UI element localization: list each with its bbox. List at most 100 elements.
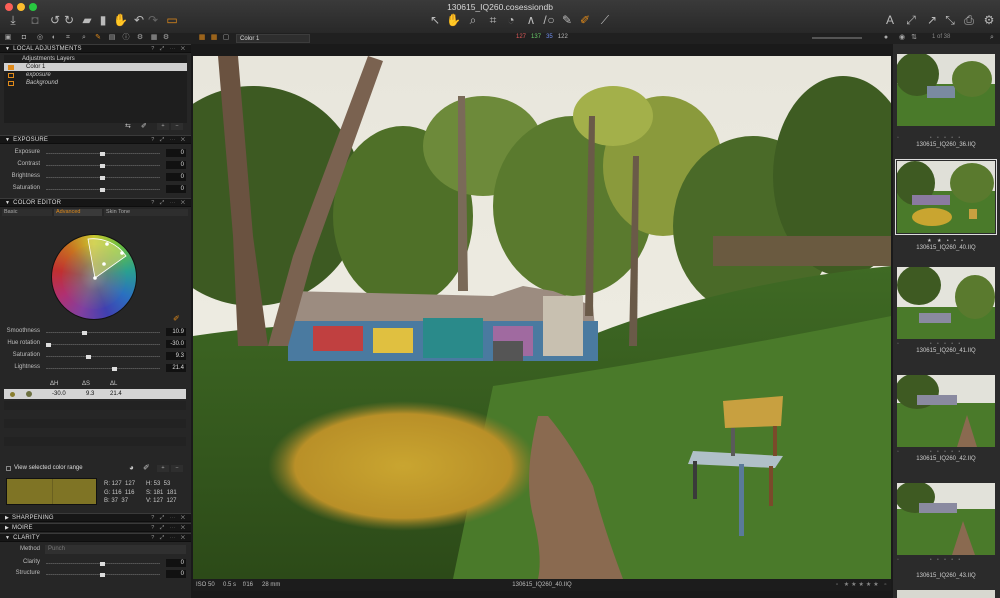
tool-controls-icon[interactable]: ? ⤢ ⋯ ✕ [151,514,187,522]
text-icon[interactable]: A [883,13,897,27]
layer-checkbox[interactable] [8,73,14,78]
trash-icon[interactable]: ▮ [96,13,110,27]
layer-checkbox[interactable] [8,65,14,70]
batch-tab-icon[interactable]: ▦ [150,34,158,42]
tool-controls-icon[interactable]: ? ⤢ ⋯ ✕ [151,534,187,542]
thumbnail-41[interactable] [897,267,995,339]
brightness-value[interactable]: 0 [166,173,186,181]
tool-controls-icon[interactable]: ? ⤢ ⋯ ✕ [151,136,187,144]
structure-slider[interactable] [46,573,160,577]
saturation-slider[interactable] [46,188,160,192]
thumb-rating[interactable]: ★ ★ • • • [897,238,995,244]
layer-item-background[interactable]: Background [4,79,187,87]
color-range-selector[interactable] [52,235,138,321]
lightness-value[interactable]: 21.4 [166,364,186,372]
image-viewer[interactable] [193,56,891,579]
clarity-slider[interactable] [46,562,160,566]
select-icon[interactable]: ↖ [428,13,442,27]
add-layer-button[interactable]: + [157,123,169,130]
color-layer-select[interactable]: Color 1 [236,34,310,43]
eyedropper-icon[interactable]: ✐ [141,122,147,130]
eyedropper-icon[interactable]: ⟋ [598,13,612,27]
camera-icon[interactable]: ◘ [28,13,42,27]
layer-checkbox[interactable] [8,81,14,86]
contrast-slider[interactable] [46,164,160,168]
moire-header[interactable]: ▶ MOIRE ? ⤢ ⋯ ✕ [0,523,191,532]
print-icon[interactable]: ⎙ [962,13,976,27]
color-editor-header[interactable]: ▼ COLOR EDITOR ? ⤢ ⋯ ✕ [0,198,191,207]
redo-icon[interactable]: ↷ [146,13,160,27]
thumb-rating[interactable]: • • • • • [897,341,995,347]
view-range-checkbox[interactable] [6,466,11,471]
thumbnail-43[interactable] [897,483,995,555]
thumb-rating[interactable]: • • • • • [897,449,995,455]
circle-icon[interactable]: ○ [544,13,558,27]
tab-advanced[interactable]: Advanced [54,209,102,216]
import-icon[interactable]: ⤓ [6,13,20,27]
grid-view-icon[interactable]: ▦ [198,34,206,42]
sort-icon[interactable]: ⇅ [910,34,918,42]
hue-rotation-value[interactable]: -30.0 [166,340,186,348]
output-tab-icon[interactable]: ⚙ [136,34,144,42]
structure-value[interactable]: 0 [166,570,186,578]
tool-controls-icon[interactable]: ? ⤢ ⋯ ✕ [151,45,187,53]
exposure-slider[interactable] [46,152,160,156]
layer-item-color-1[interactable]: Color 1 [4,63,187,71]
compare-icon[interactable]: ⤡ [943,13,957,27]
layer-item-exposure[interactable]: exposure [4,71,187,79]
exposure-header[interactable]: ▼ EXPOSURE ? ⤢ ⋯ ✕ [0,135,191,144]
tool-controls-icon[interactable]: ? ⤢ ⋯ ✕ [151,524,187,532]
draw-mask-icon[interactable]: ✎ [560,13,574,27]
saturation-value[interactable]: 0 [166,185,186,193]
clarity-value[interactable]: 0 [166,559,186,567]
local-adjustments-tab-icon[interactable]: ✎ [94,34,102,42]
thumbnail-42[interactable] [897,375,995,447]
details-tab-icon[interactable]: ▤ [108,34,116,42]
library-tab-icon[interactable]: ▣ [4,34,12,42]
brush-icon[interactable]: ✐ [578,13,592,27]
thumbnail-partial[interactable] [897,590,995,598]
settings-icon[interactable]: ⚙ [982,13,996,27]
arrow-icon[interactable]: ↗ [925,13,939,27]
keystone-icon[interactable]: ∧ [524,13,538,27]
hue-rotation-slider[interactable] [46,343,160,347]
contrast-value[interactable]: 0 [166,161,186,169]
smoothness-value[interactable]: 10.9 [166,328,186,336]
rotate-right-icon[interactable]: ↻ [62,13,76,27]
lens-tab-icon[interactable]: ◎ [36,34,44,42]
clarity-header[interactable]: ▼ CLARITY ? ⤢ ⋯ ✕ [0,533,191,542]
search-icon[interactable]: ⌕ [80,34,88,42]
rotate-left-icon[interactable]: ↺ [48,13,62,27]
crop-tab-icon[interactable]: ⌗ [64,34,72,42]
lightness-slider[interactable] [46,367,160,371]
color-wheel-icon[interactable]: ◕ [129,463,134,472]
sharpening-header[interactable]: ▶ SHARPENING ? ⤢ ⋯ ✕ [0,513,191,522]
undo-icon[interactable]: ↶ [132,13,146,27]
thumbnail-40[interactable] [897,161,995,233]
mask-options-icon[interactable]: ⇆ [125,122,131,130]
thumb-rating[interactable]: • • • • • [897,557,995,563]
crop-icon[interactable]: ⌗ [486,13,500,27]
multi-view-icon[interactable]: ▦ [210,34,218,42]
color-tab-icon[interactable]: ◐ [50,34,58,42]
search-icon[interactable]: ⌕ [988,34,996,42]
method-select[interactable]: Punch [45,545,186,554]
rating-stars[interactable]: ▫ ★★★★★ ▫ [836,579,888,591]
capture-tab-icon[interactable]: ◘ [20,34,28,42]
color-range-row[interactable]: -30.0 9.3 21.4 [4,389,186,399]
gear-icon[interactable]: ⚙ [162,34,170,42]
remove-layer-button[interactable]: − [171,123,183,130]
info-tab-icon[interactable]: ⓘ [122,34,130,42]
expand-icon[interactable]: ⤢ [904,13,918,27]
eye-icon[interactable]: ◉ [898,34,906,42]
brightness-slider[interactable] [46,176,160,180]
add-range-button[interactable]: + [157,465,169,472]
tab-skin-tone[interactable]: Skin Tone [104,209,188,216]
eyedropper-icon[interactable]: ✐ [173,314,180,323]
zoom-slider[interactable] [812,37,862,39]
eyedropper-icon[interactable]: ✐ [143,463,150,472]
tab-basic[interactable]: Basic [2,209,52,216]
cursor-cycle-icon[interactable]: ▭ [165,13,179,27]
single-view-icon[interactable]: ▢ [222,34,230,42]
pan-icon[interactable]: ✋ [446,13,461,27]
